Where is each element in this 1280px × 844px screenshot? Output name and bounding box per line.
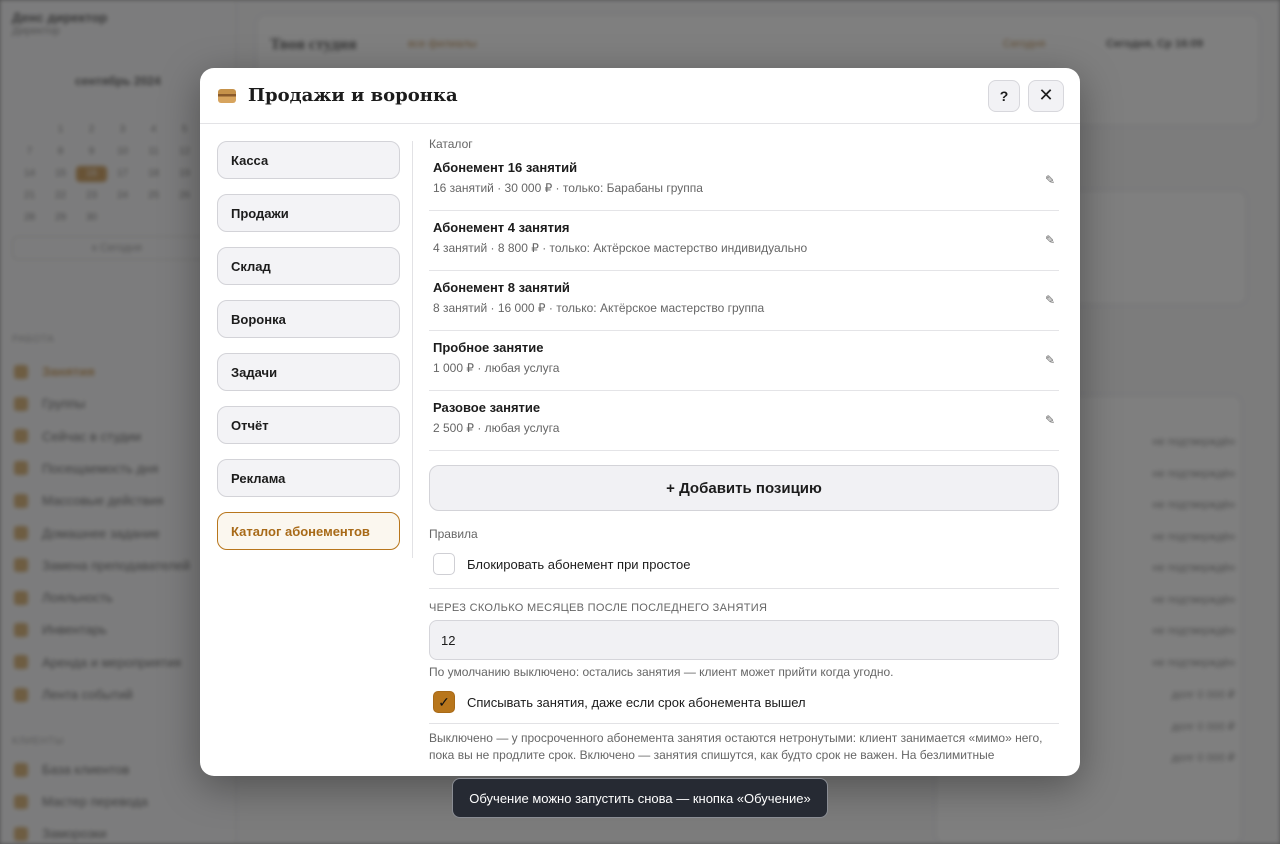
edit-icon[interactable]: ✎ <box>1045 413 1055 427</box>
tab-item[interactable]: Отчёт <box>217 406 400 444</box>
onboarding-toast: Обучение можно запустить снова — кнопка … <box>452 778 828 818</box>
edit-icon[interactable]: ✎ <box>1045 293 1055 307</box>
writeoff-divider <box>429 723 1059 724</box>
help-button[interactable]: ? <box>988 79 1020 112</box>
close-button[interactable]: ✕ <box>1028 79 1064 112</box>
rules-label: Правила <box>429 527 478 541</box>
tab-item[interactable]: Реклама <box>217 459 400 497</box>
catalog-item-details: 8 занятий · 16 000 ₽ · только: Актёрское… <box>433 301 765 315</box>
months-input[interactable]: 12 <box>429 620 1059 660</box>
tab-item[interactable]: Задачи <box>217 353 400 391</box>
sales-funnel-dialog: Продажи и воронка ? ✕ Касса Продажи Склад В… <box>200 68 1080 776</box>
catalog-item-name: Разовое занятие <box>433 400 541 415</box>
catalog-item-name: Абонемент 8 занятий <box>433 280 570 295</box>
add-position-button[interactable]: + Добавить позицию <box>429 465 1059 511</box>
block-subscription-checkbox[interactable] <box>433 553 455 575</box>
dialog-body: Касса Продажи Склад Воронка Задачи Отчёт Рекла… <box>200 124 1080 776</box>
catalog-item-details: 2 500 ₽ · любая услуга <box>433 421 560 435</box>
catalog-item[interactable]: Абонемент 8 занятий 8 занятий · 16 000 ₽ … <box>429 271 1059 331</box>
catalog-item-details: 1 000 ₽ · любая услуга <box>433 361 560 375</box>
tab-item[interactable]: Склад <box>217 247 400 285</box>
block-subscription-row[interactable]: Блокировать абонемент при простое <box>429 547 1059 581</box>
catalog-panel: Каталог Абонемент 16 занятий 16 занятий ·… <box>429 124 1059 776</box>
dialog-header: Продажи и воронка ? ✕ <box>200 68 1080 124</box>
edit-icon[interactable]: ✎ <box>1045 353 1055 367</box>
vertical-divider <box>412 141 413 558</box>
rules-divider <box>429 588 1059 589</box>
tab-item[interactable]: Воронка <box>217 300 400 338</box>
wallet-icon <box>218 88 236 103</box>
catalog-item[interactable]: Разовое занятие 2 500 ₽ · любая услуга ✎ <box>429 391 1059 451</box>
writeoff-row[interactable]: ✓ Списывать занятия, даже если срок абон… <box>429 685 1059 719</box>
writeoff-checkbox[interactable]: ✓ <box>433 691 455 713</box>
catalog-list: Абонемент 16 занятий 16 занятий · 30 000 … <box>429 151 1059 451</box>
close-icon: ✕ <box>1038 85 1054 105</box>
months-hint: По умолчанию выключено: остались занятия… <box>429 665 894 679</box>
catalog-item[interactable]: Абонемент 4 занятия 4 занятий · 8 800 ₽ ·… <box>429 211 1059 271</box>
edit-icon[interactable]: ✎ <box>1045 233 1055 247</box>
dialog-title: Продажи и воронка <box>248 85 458 106</box>
writeoff-hint: Выключено — у просроченного абонемента з… <box>429 731 1043 762</box>
catalog-item-name: Абонемент 16 занятий <box>433 160 578 175</box>
section-tabs: Касса Продажи Склад Воронка Задачи Отчёт Рекла… <box>217 141 400 565</box>
block-subscription-label: Блокировать абонемент при простое <box>467 556 691 572</box>
catalog-item-details: 4 занятий · 8 800 ₽ · только: Актёрское … <box>433 241 808 255</box>
tab-item[interactable]: Касса <box>217 141 400 179</box>
catalog-item[interactable]: Пробное занятие 1 000 ₽ · любая услуга ✎ <box>429 331 1059 391</box>
catalog-item-name: Пробное занятие <box>433 340 544 355</box>
tab-item[interactable]: Продажи <box>217 194 400 232</box>
checkmark-icon: ✓ <box>438 693 450 710</box>
writeoff-label: Списывать занятия, даже если срок абонем… <box>467 694 806 710</box>
edit-icon[interactable]: ✎ <box>1045 173 1055 187</box>
catalog-label: Каталог <box>429 137 473 151</box>
catalog-item-details: 16 занятий · 30 000 ₽ · только: Барабаны… <box>433 181 703 195</box>
months-field-label: ЧЕРЕЗ СКОЛЬКО МЕСЯЦЕВ ПОСЛЕ ПОСЛЕДНЕГО З… <box>429 602 768 614</box>
catalog-item[interactable]: Абонемент 16 занятий 16 занятий · 30 000 … <box>429 151 1059 211</box>
catalog-item-name: Абонемент 4 занятия <box>433 220 570 235</box>
tab-item[interactable]: Каталог абонементов <box>217 512 400 550</box>
